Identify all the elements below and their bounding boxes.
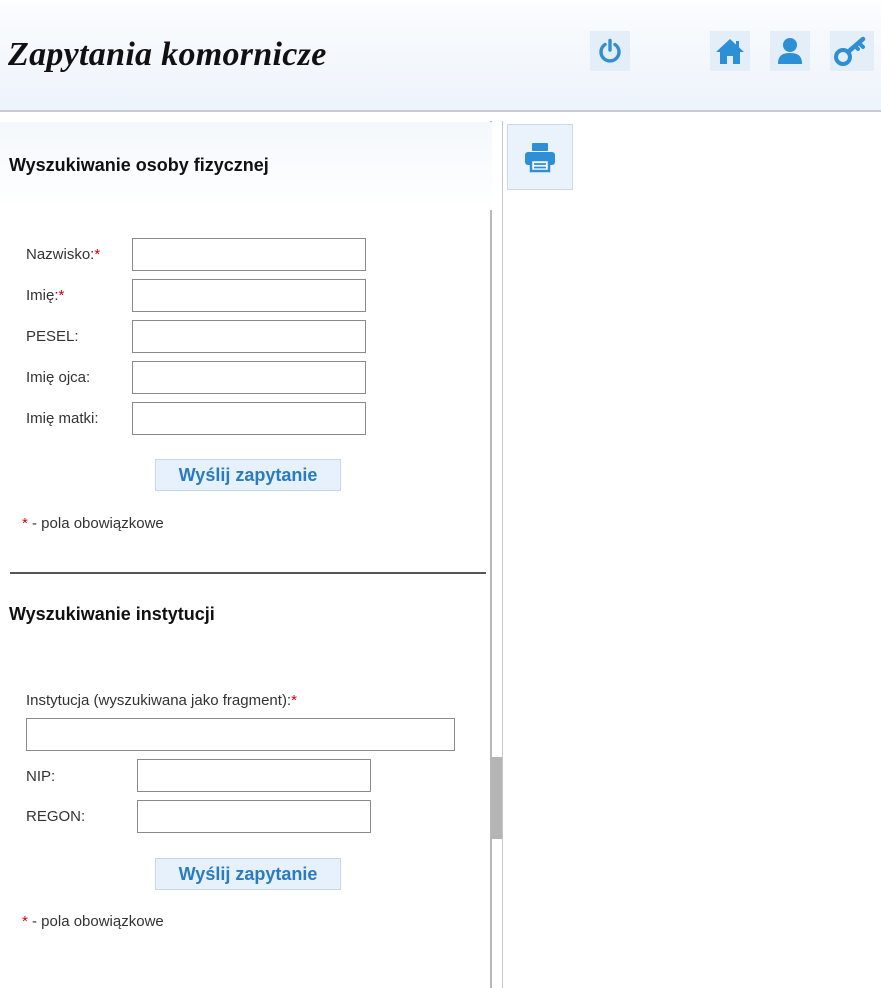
institution-submit-button[interactable]: Wyślij zapytanie <box>155 858 341 890</box>
surname-label: Nazwisko:* <box>26 246 101 263</box>
father-name-input[interactable] <box>132 361 366 394</box>
mother-name-label: Imię matki: <box>26 410 99 427</box>
institution-search-title: Wyszukiwanie instytucji <box>9 604 215 624</box>
home-icon <box>716 39 744 64</box>
surname-input[interactable] <box>132 238 366 271</box>
institution-input[interactable] <box>26 718 455 751</box>
printer-icon <box>525 143 555 173</box>
first-name-input[interactable] <box>132 279 366 312</box>
regon-label: REGON: <box>26 808 86 825</box>
results-panel <box>502 121 881 988</box>
person-search-title: Wyszukiwanie osoby fizycznej <box>9 155 269 175</box>
pesel-label: PESEL: <box>26 328 79 345</box>
pesel-input[interactable] <box>132 320 366 353</box>
first-name-label: Imię:* <box>26 287 65 304</box>
app-title: Zapytania komornicze <box>8 36 327 73</box>
person-submit-button[interactable]: Wyślij zapytanie <box>155 459 341 491</box>
section-divider <box>10 572 486 574</box>
app-header: Zapytania komornicze <box>0 0 881 112</box>
key-icon <box>834 36 866 66</box>
power-icon <box>599 38 621 63</box>
change-password-button[interactable] <box>830 31 874 71</box>
user-icon <box>778 38 802 64</box>
print-button[interactable] <box>507 124 573 190</box>
logout-button[interactable] <box>590 31 630 71</box>
scrollbar-thumb[interactable] <box>491 757 502 839</box>
required-mark: * <box>58 287 65 304</box>
father-name-label: Imię ojca: <box>26 369 91 386</box>
home-button[interactable] <box>710 31 750 71</box>
nip-input[interactable] <box>137 759 371 792</box>
user-button[interactable] <box>770 31 810 71</box>
institution-label: Instytucja (wyszukiwana jako fragment):* <box>26 692 297 709</box>
mother-name-input[interactable] <box>132 402 366 435</box>
person-required-note: * - pola obowiązkowe <box>22 515 164 532</box>
nip-label: NIP: <box>26 768 56 785</box>
required-mark: * <box>291 692 297 709</box>
required-mark: * <box>94 246 101 263</box>
regon-input[interactable] <box>137 800 371 833</box>
institution-required-note: * - pola obowiązkowe <box>22 913 164 930</box>
